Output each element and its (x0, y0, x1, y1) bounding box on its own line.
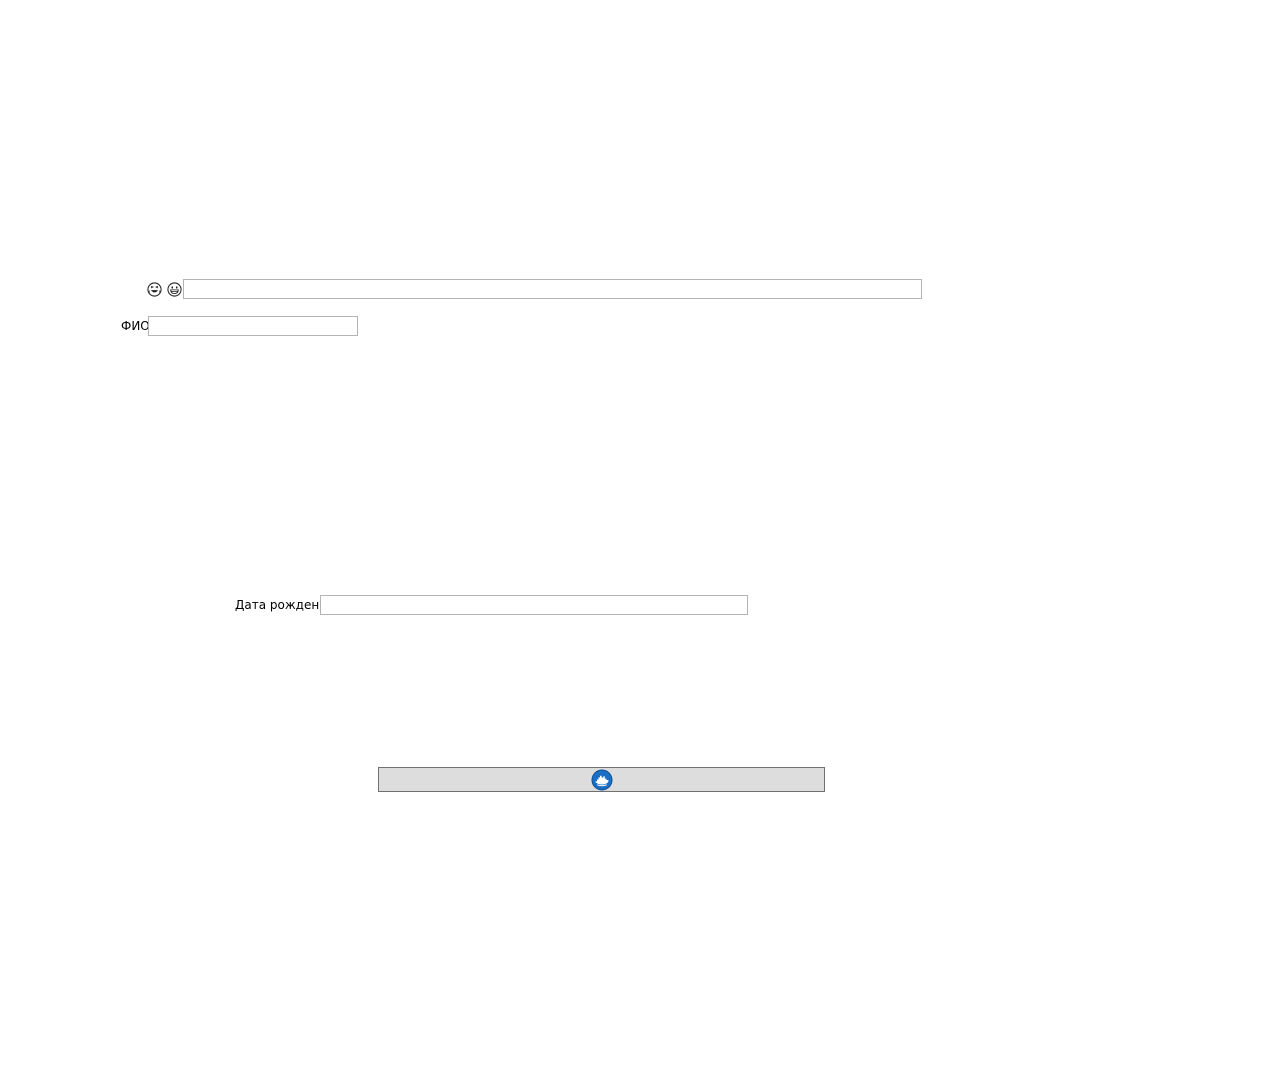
fio-input[interactable] (148, 316, 358, 336)
blue-logo-icon (591, 769, 613, 791)
emoji-text-input[interactable] (183, 279, 922, 299)
fio-label: ФИО (121, 319, 150, 333)
grinning-squint-tears-face-icon (147, 282, 162, 297)
submit-button[interactable] (378, 767, 825, 792)
birth-date-input[interactable] (320, 595, 748, 615)
grinning-face-icon (167, 282, 182, 297)
